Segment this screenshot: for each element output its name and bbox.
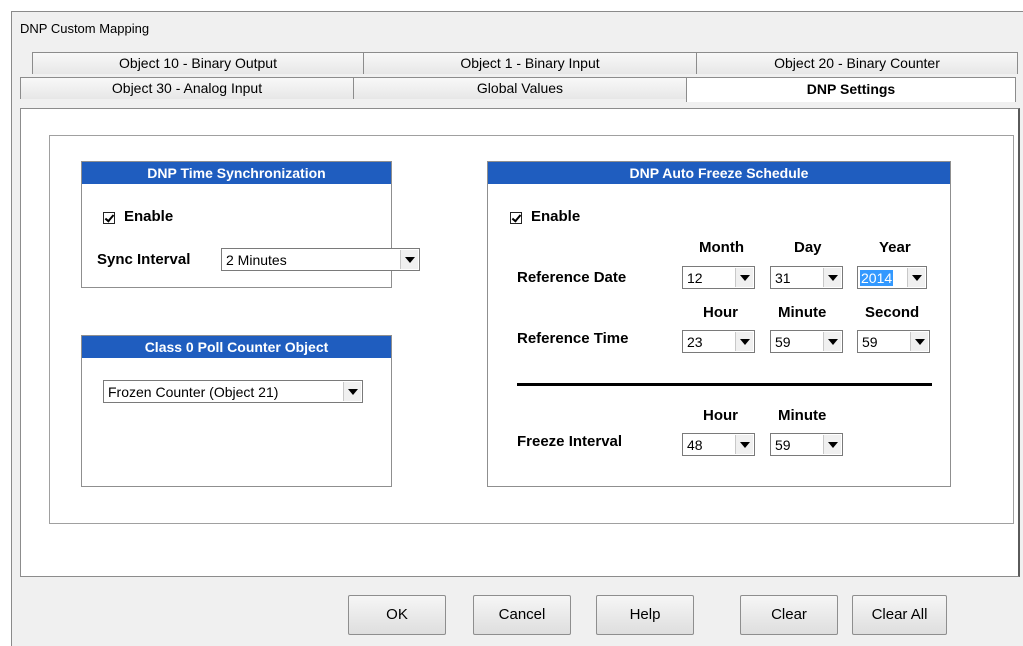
class0-counter-value: Frozen Counter (Object 21) [108,384,279,400]
dnp-settings-panel: DNP Time Synchronization Enable Sync Int… [20,108,1020,577]
reference-day-select[interactable]: 31 [770,266,843,289]
tab-object-20-binary-counter[interactable]: Object 20 - Binary Counter [696,52,1018,74]
second-header: Second [865,304,920,321]
freeze-interval-minute-select[interactable]: 59 [770,433,843,456]
chevron-down-icon[interactable] [735,332,753,351]
reference-month-value: 12 [687,270,703,286]
time-sync-group: DNP Time Synchronization Enable Sync Int… [81,161,420,288]
class0-counter-select[interactable]: Frozen Counter (Object 21) [103,380,363,403]
reference-minute-value: 59 [775,334,791,350]
reference-minute-select[interactable]: 59 [770,330,843,353]
interval-hour-header: Hour [703,407,738,424]
reference-time-label: Reference Time [517,330,629,347]
chevron-down-icon[interactable] [823,268,841,287]
clear-all-button[interactable]: Clear All [852,595,947,635]
freeze-interval-hour-select[interactable]: 48 [682,433,755,456]
ok-button[interactable]: OK [348,595,446,635]
minute-header: Minute [778,304,827,321]
reference-year-value: 2014 [860,270,894,286]
help-button[interactable]: Help [596,595,694,635]
tab-dnp-settings[interactable]: DNP Settings [686,77,1016,102]
dnp-custom-mapping-window: DNP Custom Mapping Object 10 - Binary Ou… [11,11,1023,646]
chevron-down-icon[interactable] [823,435,841,454]
day-header: Day [794,239,822,256]
chevron-down-icon[interactable] [907,268,925,287]
title-bar: DNP Custom Mapping [12,12,1023,46]
auto-freeze-enable-checkbox[interactable] [510,212,522,224]
sync-interval-value: 2 Minutes [226,252,287,268]
chevron-down-icon[interactable] [823,332,841,351]
class0-header: Class 0 Poll Counter Object [82,336,391,358]
interval-minute-header: Minute [778,407,827,424]
reference-hour-select[interactable]: 23 [682,330,755,353]
tab-object-1-binary-input[interactable]: Object 1 - Binary Input [363,52,697,74]
settings-frame: DNP Time Synchronization Enable Sync Int… [49,135,1014,524]
tab-global-values[interactable]: Global Values [353,77,687,99]
reference-hour-value: 23 [687,334,703,350]
hour-header: Hour [703,304,738,321]
chevron-down-icon[interactable] [910,332,928,351]
freeze-interval-minute-value: 59 [775,437,791,453]
month-header: Month [699,239,744,256]
tab-object-30-analog-input[interactable]: Object 30 - Analog Input [20,77,354,99]
chevron-down-icon[interactable] [400,250,418,269]
sync-interval-label: Sync Interval [97,251,191,268]
reference-day-value: 31 [775,270,791,286]
auto-freeze-header: DNP Auto Freeze Schedule [488,162,950,184]
class0-group: Class 0 Poll Counter Object Frozen Count… [81,335,392,487]
reference-second-value: 59 [862,334,878,350]
reference-date-label: Reference Date [517,269,627,286]
auto-freeze-enable-label: Enable [531,208,581,225]
auto-freeze-group: DNP Auto Freeze Schedule Enable Month Da… [487,161,951,487]
time-sync-header: DNP Time Synchronization [82,162,391,184]
reference-month-select[interactable]: 12 [682,266,755,289]
time-sync-enable-label: Enable [124,208,174,225]
time-sync-enable-checkbox[interactable] [103,212,115,224]
reference-year-select[interactable]: 2014 [857,266,927,289]
chevron-down-icon[interactable] [735,268,753,287]
freeze-interval-label: Freeze Interval [517,433,623,450]
reference-second-select[interactable]: 59 [857,330,930,353]
freeze-interval-hour-value: 48 [687,437,703,453]
window-title: DNP Custom Mapping [20,21,150,36]
year-header: Year [879,239,911,256]
clear-button[interactable]: Clear [740,595,838,635]
chevron-down-icon[interactable] [343,382,361,401]
sync-interval-select[interactable]: 2 Minutes [221,248,420,271]
tab-object-10-binary-output[interactable]: Object 10 - Binary Output [32,52,364,74]
cancel-button[interactable]: Cancel [473,595,571,635]
freeze-divider [517,383,932,386]
chevron-down-icon[interactable] [735,435,753,454]
